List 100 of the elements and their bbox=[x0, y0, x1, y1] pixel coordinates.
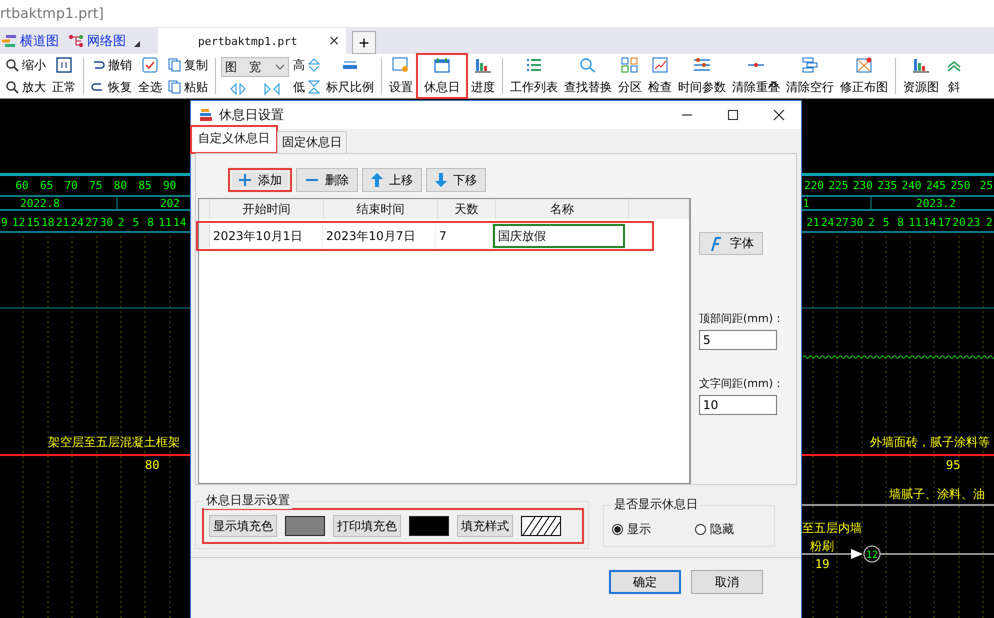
action-button[interactable]: 下移 bbox=[426, 168, 486, 192]
redo-icon bbox=[91, 81, 105, 93]
paste-icon bbox=[168, 80, 181, 94]
day-label: 24 bbox=[70, 216, 84, 229]
scale-label: 90 bbox=[162, 179, 176, 192]
cell-editor[interactable]: 国庆放假 bbox=[493, 224, 625, 248]
input-field[interactable]: 10 bbox=[699, 395, 777, 415]
input-field[interactable]: 5 bbox=[699, 330, 777, 350]
maximize-icon[interactable] bbox=[727, 109, 739, 121]
day-label: 23 bbox=[966, 216, 980, 229]
toolbar-button[interactable]: 低 bbox=[291, 77, 322, 97]
radio-button[interactable] bbox=[612, 524, 623, 535]
hatch-pattern-icon[interactable] bbox=[521, 516, 561, 536]
radio-option[interactable]: 隐藏 bbox=[695, 521, 734, 538]
copy-icon bbox=[168, 58, 181, 72]
settings-icon bbox=[392, 57, 410, 73]
scale-label: 60 bbox=[15, 179, 29, 192]
action-button[interactable]: 上移 bbox=[362, 168, 422, 192]
scale-label: 65 bbox=[40, 179, 54, 192]
dialog-tab[interactable]: 固定休息日 bbox=[277, 131, 347, 153]
duration-label: 80 bbox=[145, 458, 160, 472]
sliders-icon bbox=[693, 57, 711, 73]
toolbar-button[interactable]: 分区 bbox=[616, 54, 644, 98]
toolbar-button[interactable]: 高 bbox=[291, 55, 322, 75]
new-tab-button[interactable]: + bbox=[352, 31, 376, 54]
dialog-button[interactable]: 确定 bbox=[609, 570, 681, 594]
radio-option[interactable]: 显示 bbox=[612, 521, 651, 538]
scale-label: 80 bbox=[114, 179, 128, 192]
close-tab-button[interactable]: × bbox=[328, 33, 340, 49]
gantt-icon bbox=[2, 34, 16, 46]
toolbar-button[interactable]: 设置 bbox=[387, 54, 415, 98]
column-header: 结束时间 bbox=[324, 199, 438, 219]
view-tab[interactable]: 网络图 bbox=[67, 28, 128, 52]
setting-button[interactable]: 显示填充色 bbox=[209, 515, 277, 537]
toolbar-button[interactable]: 修正布图 bbox=[838, 54, 890, 98]
toolbar-button[interactable]: 检查 bbox=[646, 54, 674, 98]
toolbar-button[interactable]: 清除空行 bbox=[784, 54, 836, 98]
scale-label: 220 bbox=[804, 179, 824, 192]
toolbar-button[interactable]: 斜 bbox=[943, 54, 965, 98]
scale-label: 70 bbox=[64, 179, 78, 192]
toolbar-button[interactable]: 恢复 bbox=[89, 77, 134, 97]
toolbar-button[interactable]: 时间参数 bbox=[676, 54, 728, 98]
arrowhead-icon bbox=[851, 549, 863, 559]
dialog-button[interactable]: 取消 bbox=[691, 570, 763, 594]
scale-label: 240 bbox=[902, 179, 922, 192]
toolbar-button[interactable]: 查找替换 bbox=[562, 54, 614, 98]
toolbar-button[interactable]: 工作列表 bbox=[508, 54, 560, 98]
toolbar-button[interactable]: 资源图 bbox=[901, 54, 941, 98]
toolbar-button[interactable]: 进度 bbox=[469, 54, 497, 98]
scale-label: 25 bbox=[980, 179, 993, 192]
toolbar-button[interactable]: 缩小 bbox=[4, 55, 48, 75]
dialog-title: 休息日设置 bbox=[219, 107, 284, 124]
duration-label: 19 bbox=[815, 557, 830, 571]
arrows-icon bbox=[228, 83, 248, 95]
toolbar-button[interactable]: 标尺比例 bbox=[324, 54, 376, 98]
field-label: 文字间距(mm)： bbox=[699, 376, 786, 391]
day-label: 5 bbox=[132, 216, 140, 229]
day-label: 2 bbox=[986, 216, 993, 229]
scale-label: 245 bbox=[926, 179, 946, 192]
undo-icon bbox=[91, 59, 105, 71]
view-tab[interactable]: 横道图 bbox=[0, 28, 61, 52]
toolbar-button[interactable]: 复制 bbox=[166, 55, 210, 75]
color-swatch[interactable] bbox=[285, 516, 325, 536]
close-icon[interactable] bbox=[773, 109, 785, 121]
day-label: 27 bbox=[85, 216, 99, 229]
toolbar-button[interactable]: 粘贴 bbox=[166, 77, 210, 97]
day-label: 17 bbox=[938, 216, 952, 229]
zoom-icon bbox=[6, 58, 19, 72]
arrow-down-icon bbox=[435, 173, 447, 187]
task-name: 粉刷 bbox=[810, 539, 834, 553]
day-label: 12 bbox=[12, 216, 26, 229]
document-title: pertbaktmp1.prt bbox=[198, 34, 298, 48]
window-title: rtbaktmp1.prt] bbox=[0, 6, 104, 22]
radio-button[interactable] bbox=[695, 524, 706, 535]
task-name: 外墙面砖，腻子涂料等 bbox=[870, 435, 990, 449]
calendar-icon bbox=[433, 57, 451, 73]
toolbar-button[interactable]: 全选 bbox=[136, 54, 164, 98]
setting-button[interactable]: 填充样式 bbox=[457, 515, 513, 537]
width-select[interactable]: 图 宽 bbox=[221, 57, 289, 77]
frame-icon bbox=[855, 57, 873, 73]
document-tab[interactable]: pertbaktmp1.prt × bbox=[158, 28, 346, 54]
toolbar-button[interactable]: 清除重叠 bbox=[730, 54, 782, 98]
color-swatch[interactable] bbox=[409, 516, 449, 536]
action-button[interactable]: 删除 bbox=[296, 168, 358, 192]
setting-button[interactable]: 打印填充色 bbox=[333, 515, 401, 537]
dialog-tab[interactable]: 自定义休息日 bbox=[191, 126, 277, 153]
day-label: 20 bbox=[952, 216, 966, 229]
checkbox-icon bbox=[141, 57, 159, 73]
toolbar-button[interactable]: 放大 bbox=[4, 77, 48, 97]
toolbar-button[interactable]: 撤销 bbox=[89, 55, 134, 75]
toolbar-button[interactable]: 正常 bbox=[50, 54, 78, 98]
table-row[interactable]: 2023年10月1日 2023年10月7日 7 国庆放假 bbox=[199, 224, 651, 248]
toolbar-button[interactable]: 休息日 bbox=[417, 54, 467, 98]
books-icon bbox=[199, 108, 213, 122]
font-button[interactable]: 字体 bbox=[699, 232, 763, 255]
action-button[interactable]: 添加 bbox=[228, 168, 292, 192]
month-label: 2023.2 bbox=[916, 197, 956, 210]
month-label: 1 bbox=[802, 197, 810, 210]
expand-icon bbox=[308, 58, 320, 72]
corner-icon bbox=[134, 40, 140, 46]
